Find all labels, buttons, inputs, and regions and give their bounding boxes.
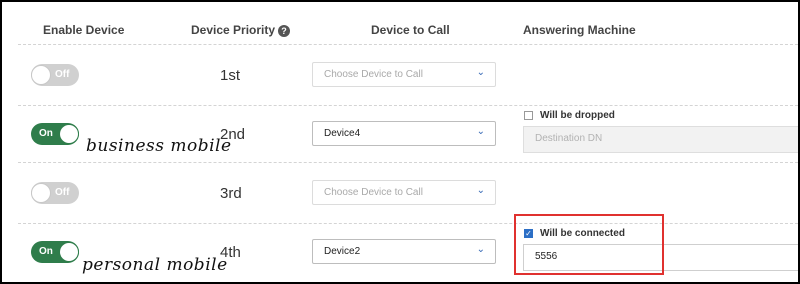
will-be-dropped-checkbox[interactable]: [524, 111, 533, 120]
header-device-priority: Device Priority?: [191, 23, 291, 37]
toggle-knob: [59, 124, 79, 144]
chevron-down-icon: ⌄: [476, 185, 485, 196]
chevron-down-icon: ⌄: [476, 126, 485, 137]
row-divider: [18, 162, 798, 163]
toggle-state-label: Off: [55, 187, 70, 198]
annotation-personal-mobile: personal mobile: [82, 255, 228, 275]
will-be-dropped-label: Will be dropped: [540, 110, 615, 121]
priority-row-2: 2nd: [220, 126, 246, 143]
priority-row-1: 1st: [220, 67, 241, 84]
device-select-row-1[interactable]: Choose Device to Call ⌄: [312, 62, 496, 87]
enable-toggle-row-1[interactable]: Off: [31, 64, 79, 86]
toggle-state-label: On: [39, 128, 53, 139]
priority-row-4: 4th: [220, 244, 241, 261]
toggle-knob: [31, 183, 51, 203]
enable-toggle-row-2[interactable]: On: [31, 123, 79, 145]
highlight-annotation-box: [514, 214, 664, 275]
device-select-value: Choose Device to Call: [324, 187, 423, 198]
toggle-state-label: Off: [55, 69, 70, 80]
row-divider: [18, 223, 798, 224]
header-answering-machine: Answering Machine: [523, 23, 636, 37]
header-device-to-call: Device to Call: [371, 23, 450, 37]
enable-toggle-row-4[interactable]: On: [31, 241, 79, 263]
destination-dn-placeholder: Destination DN: [535, 133, 603, 144]
destination-dn-field: Destination DN: [523, 126, 798, 153]
toggle-state-label: On: [39, 246, 53, 257]
toggle-knob: [59, 242, 79, 262]
enable-toggle-row-3[interactable]: Off: [31, 182, 79, 204]
annotation-business-mobile: business mobile: [86, 136, 232, 156]
row-divider: [18, 44, 798, 45]
chevron-down-icon: ⌄: [476, 67, 485, 78]
toggle-knob: [31, 65, 51, 85]
device-select-value: Device2: [324, 246, 361, 257]
priority-row-3: 3rd: [220, 185, 242, 202]
row-divider: [18, 105, 798, 106]
chevron-down-icon: ⌄: [476, 244, 485, 255]
header-enable-device: Enable Device: [43, 23, 125, 37]
device-select-row-2[interactable]: Device4 ⌄: [312, 121, 496, 146]
device-select-value: Choose Device to Call: [324, 69, 423, 80]
help-icon[interactable]: ?: [278, 24, 291, 37]
device-settings-panel: Enable Device Device Priority? Device to…: [0, 0, 800, 284]
device-select-value: Device4: [324, 128, 361, 139]
header-device-priority-label: Device Priority: [191, 23, 276, 37]
device-select-row-3[interactable]: Choose Device to Call ⌄: [312, 180, 496, 205]
device-select-row-4[interactable]: Device2 ⌄: [312, 239, 496, 264]
